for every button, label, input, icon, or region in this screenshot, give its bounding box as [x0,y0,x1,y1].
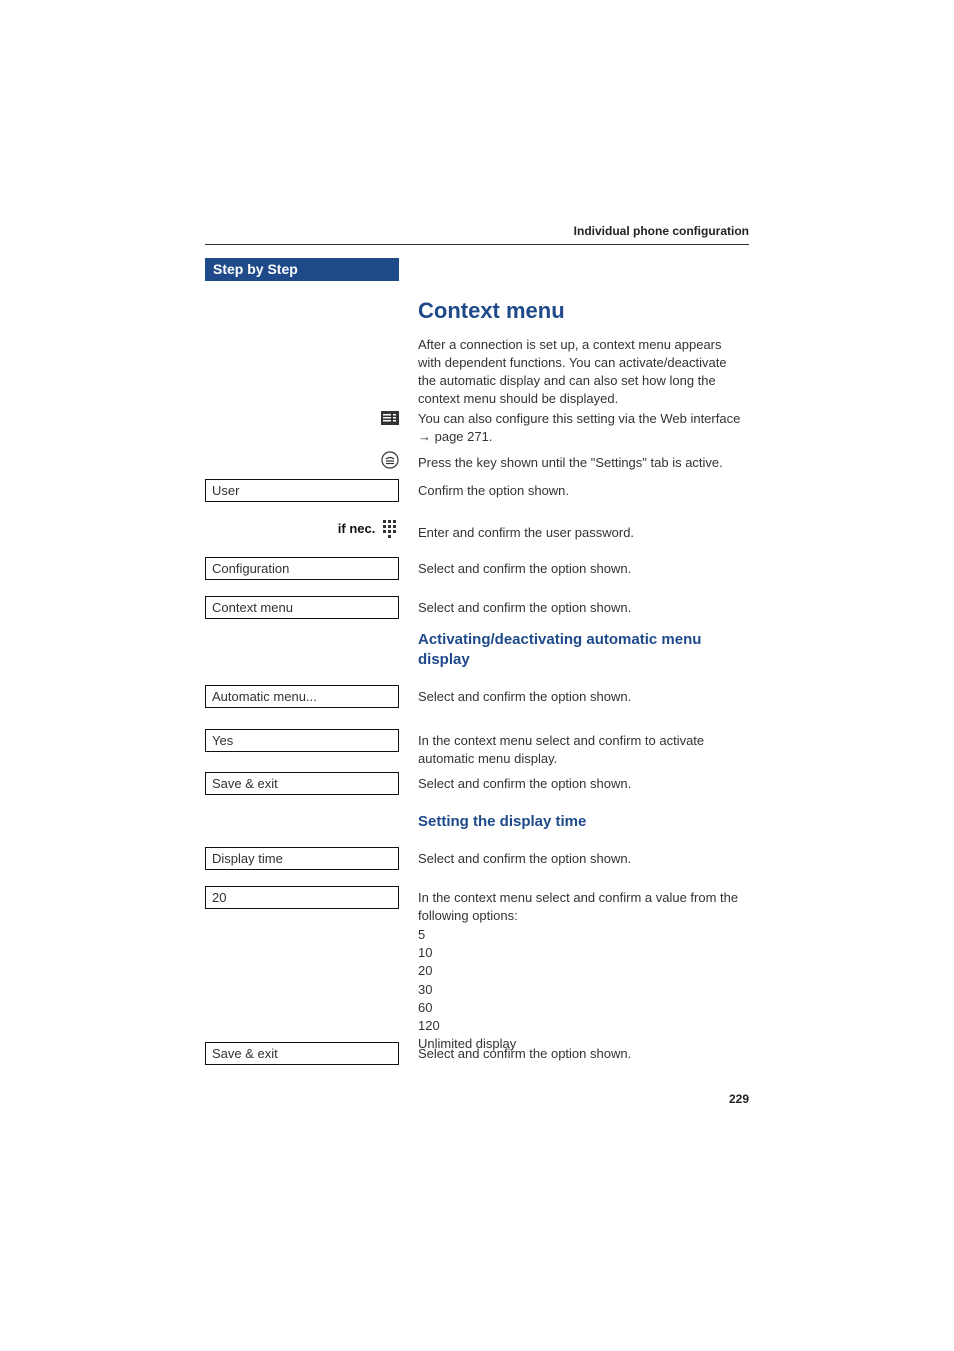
press-key-text: Press the key shown until the "Settings"… [418,454,748,472]
web-config-text: You can also configure this setting via … [418,410,748,446]
sidebar-header: Step by Step [205,258,399,281]
option-30: 30 [418,981,748,999]
select-confirm-config: Select and confirm the option shown. [418,560,748,578]
menu-box-twenty: 20 [205,886,399,909]
heading-setting-time: Setting the display time [418,812,748,832]
enter-password-text: Enter and confirm the user password. [418,524,748,542]
web-config-icon [381,409,399,424]
option-60: 60 [418,999,748,1017]
option-10: 10 [418,944,748,962]
menu-box-context-menu: Context menu [205,596,399,619]
menu-box-display-time: Display time [205,847,399,870]
option-5: 5 [418,926,748,944]
context-activate-text: In the context menu select and confirm t… [418,732,748,768]
context-value-text: In the context menu select and confirm a… [418,889,748,925]
header-rule [205,244,749,245]
option-120: 120 [418,1017,748,1035]
keypad-icon [383,521,399,536]
select-confirm-display-time: Select and confirm the option shown. [418,850,748,868]
option-20: 20 [418,962,748,980]
settings-key-icon [381,451,399,466]
select-confirm-context: Select and confirm the option shown. [418,599,748,617]
menu-box-save-exit-1: Save & exit [205,772,399,795]
menu-box-configuration: Configuration [205,557,399,580]
confirm-option-text: Confirm the option shown. [418,482,748,500]
select-confirm-save1: Select and confirm the option shown. [418,775,748,793]
if-nec-label: if nec. [338,521,376,536]
heading-context-menu: Context menu [418,298,748,324]
heading-activating: Activating/deactivating automatic menu d… [418,630,748,671]
select-confirm-auto: Select and confirm the option shown. [418,688,748,706]
menu-box-yes: Yes [205,729,399,752]
select-confirm-save2: Select and confirm the option shown. [418,1045,748,1063]
intro-paragraph: After a connection is set up, a context … [418,336,748,408]
menu-box-automatic-menu: Automatic menu... [205,685,399,708]
page-header-title: Individual phone configuration [574,224,749,238]
page-number: 229 [729,1092,749,1106]
menu-box-user: User [205,479,399,502]
options-list: 5 10 20 30 60 120 Unlimited display [418,926,748,1053]
menu-box-save-exit-2: Save & exit [205,1042,399,1065]
